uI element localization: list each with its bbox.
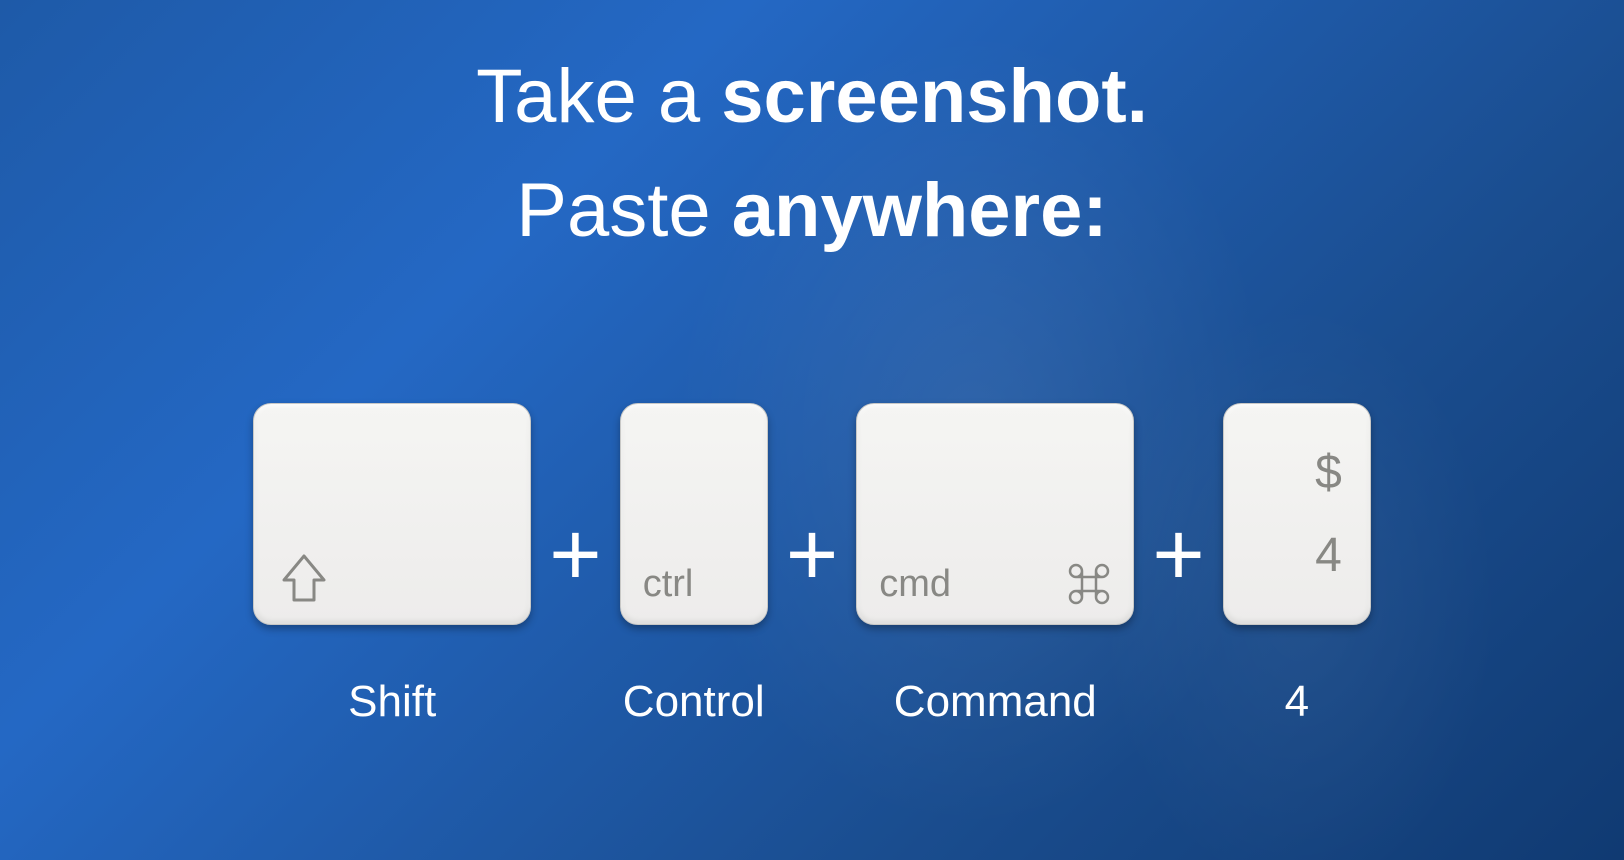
shift-key-label: Shift [348,677,436,727]
plus-separator-3: + [1152,510,1205,600]
headline-line-2-prefix: Paste [516,168,731,253]
four-key-content: $ 4 [1315,445,1342,583]
headline-line-1-prefix: Take a [476,54,721,139]
command-icon [1067,562,1111,606]
ctrl-key-text: ctrl [643,563,694,606]
key-group-four: $ 4 4 [1223,403,1371,727]
cmd-key-text: cmd [879,563,951,606]
headline-line-2-bold: anywhere: [732,168,1108,253]
four-key-symbol: $ [1315,445,1342,500]
plus-separator-2: + [786,510,839,600]
four-key-label: 4 [1285,677,1309,727]
headline-line-1-bold: screenshot. [721,54,1148,139]
shift-arrow-icon [276,550,332,606]
shift-key [253,403,531,625]
key-group-ctrl: ctrl Control [620,403,768,727]
instruction-panel: Take a screenshot. Paste anywhere: Shift… [0,0,1624,860]
cmd-key: cmd [856,403,1134,625]
headline-line-1: Take a screenshot. [476,40,1148,154]
key-group-cmd: cmd Command [856,403,1134,727]
cmd-key-label: Command [894,677,1097,727]
ctrl-key: ctrl [620,403,768,625]
plus-separator-1: + [549,510,602,600]
four-key: $ 4 [1223,403,1371,625]
key-group-shift: Shift [253,403,531,727]
keyboard-shortcut-row: Shift + ctrl Control + cmd Command + [253,403,1371,727]
headline: Take a screenshot. Paste anywhere: [476,40,1148,268]
headline-line-2: Paste anywhere: [476,154,1148,268]
four-key-number: 4 [1315,528,1342,583]
ctrl-key-label: Control [623,677,765,727]
